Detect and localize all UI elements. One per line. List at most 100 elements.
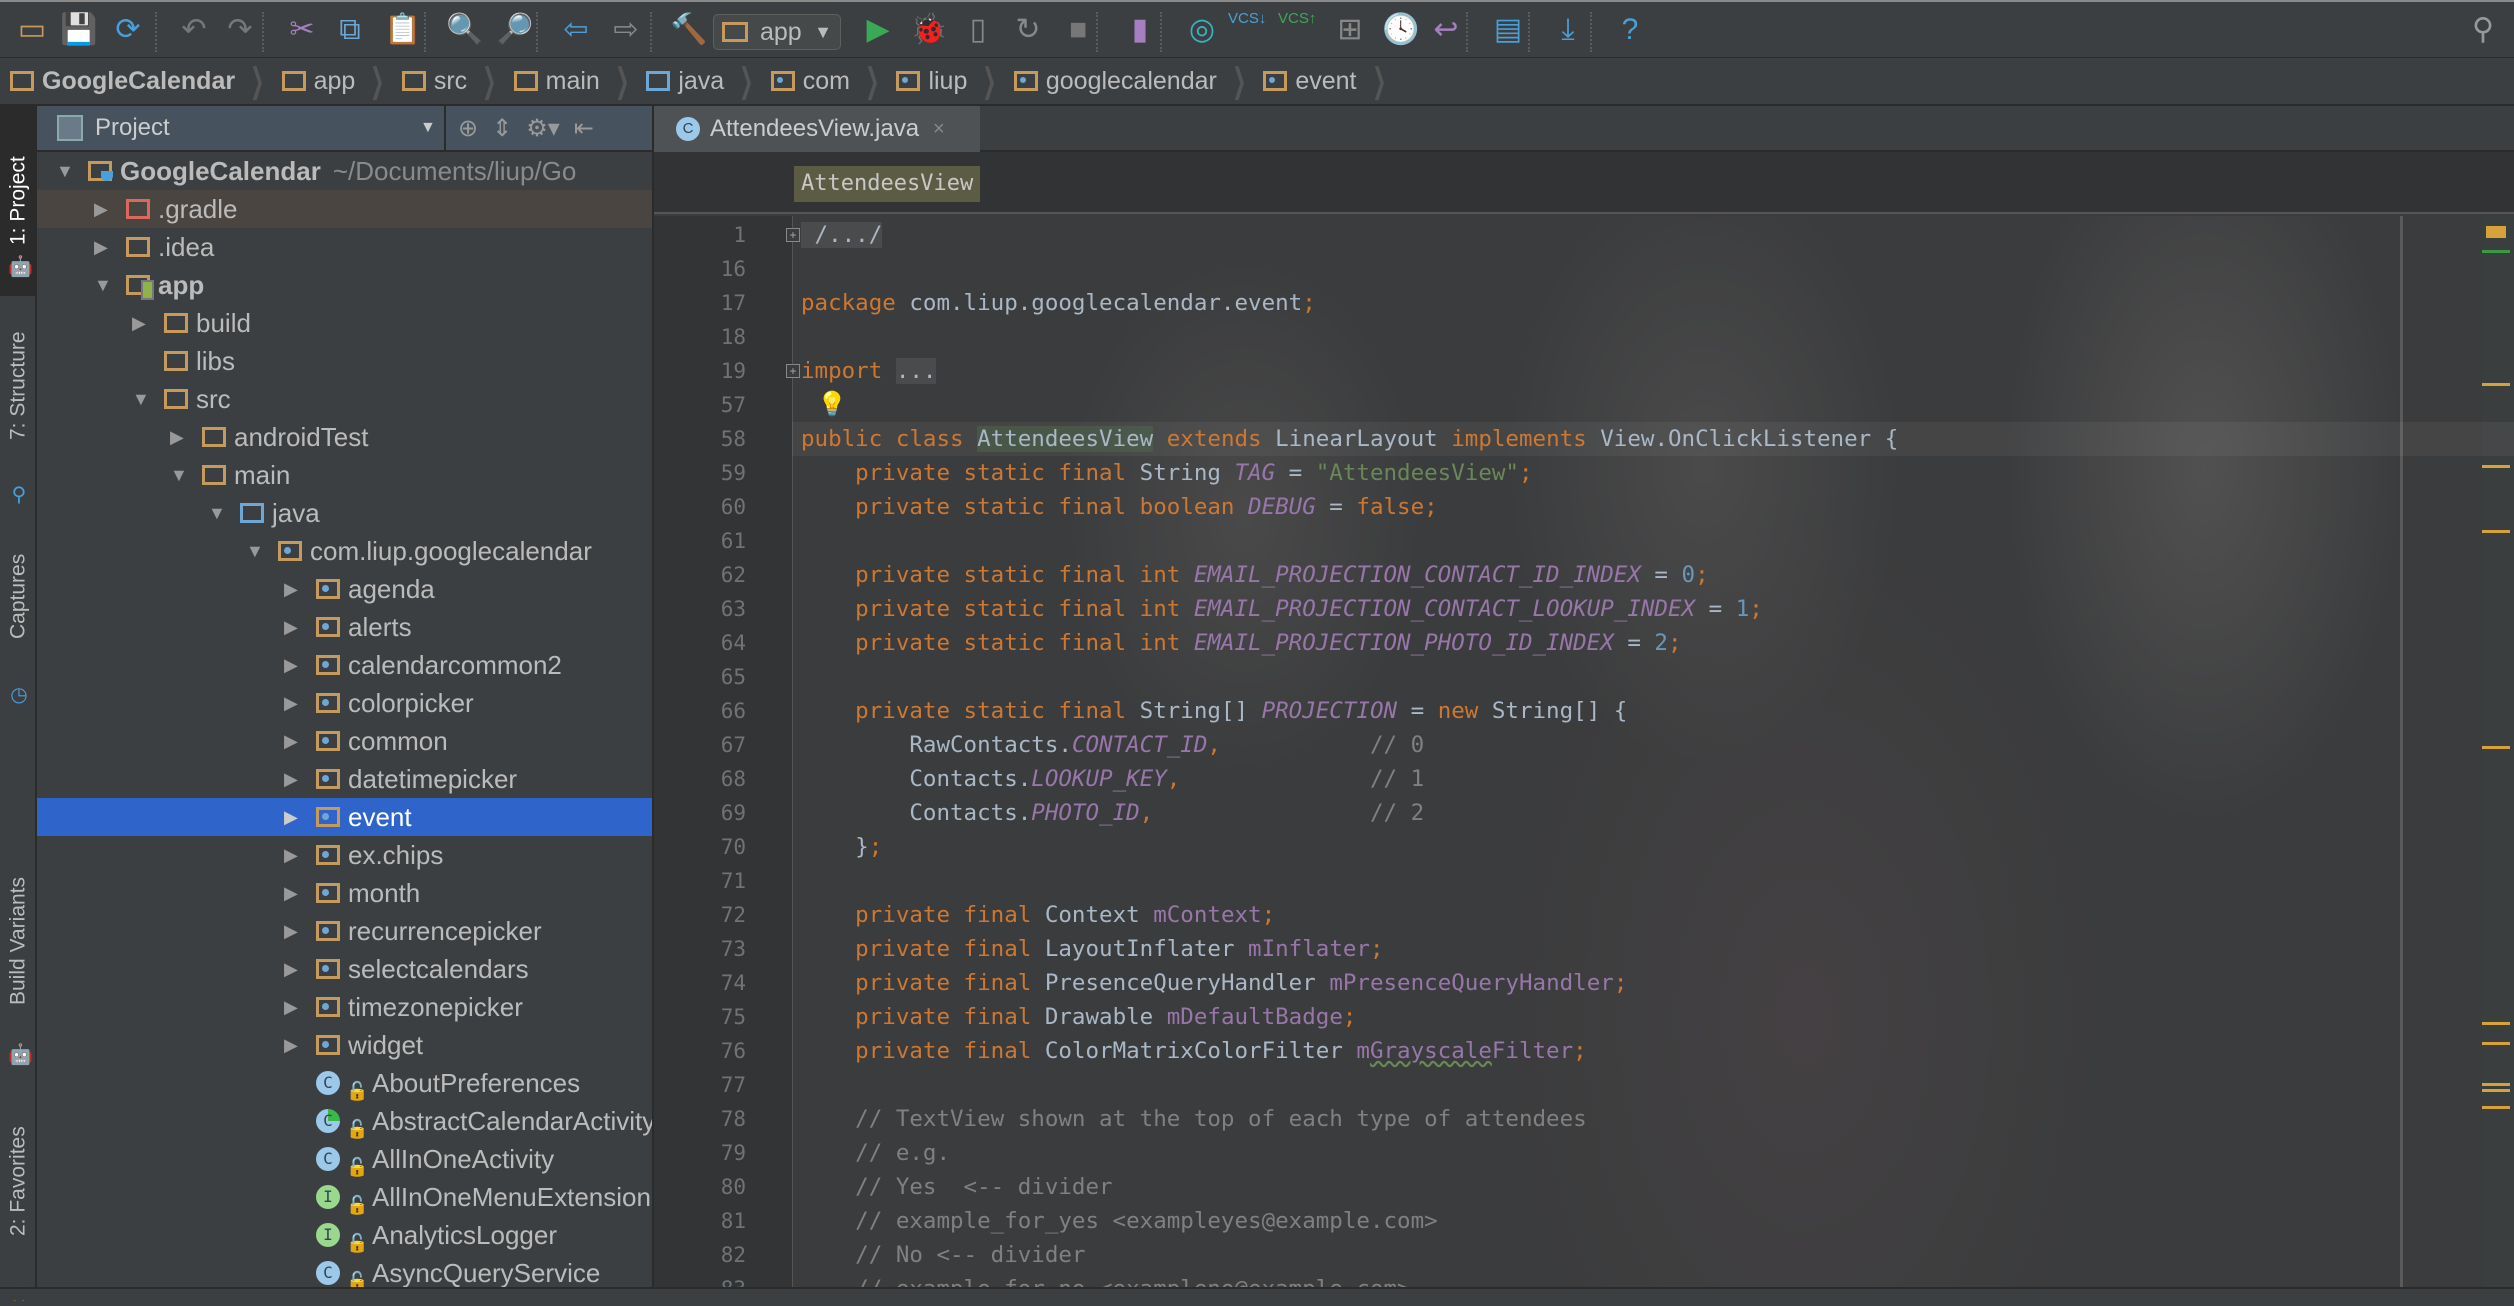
redo-icon[interactable]: ↷	[222, 10, 258, 50]
vcs-revert-icon[interactable]: ↩	[1428, 10, 1464, 50]
collapsed-arrow-icon[interactable]: ▶	[284, 912, 298, 950]
tree-item[interactable]: ▶ .idea	[37, 228, 652, 266]
tree-item[interactable]: ▶ build	[37, 304, 652, 342]
gradle-sync-icon[interactable]: ◎	[1184, 10, 1220, 50]
sync-icon[interactable]: ⟳	[110, 10, 146, 50]
code-editor[interactable]: 1 + /.../ 16 17 package com.liup.googlecalen…	[654, 216, 2514, 1287]
hide-panel-icon[interactable]: ⇤	[574, 114, 594, 143]
undo-icon[interactable]: ↶	[176, 10, 212, 50]
cut-icon[interactable]: ✂	[284, 10, 320, 50]
collapsed-arrow-icon[interactable]: ▶	[132, 304, 146, 342]
collapsed-arrow-icon[interactable]: ▶	[284, 608, 298, 646]
tree-item[interactable]: ▶ agenda	[37, 570, 652, 608]
tree-item[interactable]: ▶ selectcalendars	[37, 950, 652, 988]
tree-item[interactable]: ▶ recurrencepicker	[37, 912, 652, 950]
collapsed-arrow-icon[interactable]: ▶	[284, 684, 298, 722]
collapsed-arrow-icon[interactable]: ▶	[284, 722, 298, 760]
build-hammer-icon[interactable]: 🔨	[670, 10, 707, 50]
collapsed-arrow-icon[interactable]: ▶	[284, 760, 298, 798]
tree-item[interactable]: ▶ month	[37, 874, 652, 912]
tree-item[interactable]: ▶ event	[37, 798, 652, 836]
paste-icon[interactable]: 📋	[384, 10, 421, 50]
warning-marker[interactable]	[2482, 530, 2510, 533]
vcs-compare-icon[interactable]: ⊞	[1332, 10, 1368, 50]
collapsed-arrow-icon[interactable]: ▶	[284, 570, 298, 608]
lightbulb-icon[interactable]: 💡	[817, 390, 847, 420]
fold-expand-icon[interactable]: +	[786, 364, 800, 378]
project-structure-icon[interactable]: ▤	[1490, 10, 1526, 50]
warning-status-icon[interactable]	[2486, 226, 2506, 238]
collapsed-arrow-icon[interactable]: ▶	[284, 988, 298, 1026]
tree-item[interactable]: ▶ datetimepicker	[37, 760, 652, 798]
side-tab-buildvariants[interactable]: Build Variants	[0, 846, 37, 1036]
collapsed-arrow-icon[interactable]: ▶	[170, 418, 184, 456]
project-view-selector[interactable]: Project	[95, 114, 170, 142]
tree-item[interactable]: ▶ colorpicker	[37, 684, 652, 722]
debug-icon[interactable]: 🐞	[910, 10, 947, 50]
breadcrumb-googlecalendar[interactable]: googlecalendar ❯	[1013, 57, 1263, 105]
warning-marker[interactable]	[2482, 465, 2510, 468]
tree-item[interactable]: libs	[37, 342, 652, 380]
tab-attendeesview-java[interactable]: C AttendeesView.java ×	[654, 106, 980, 152]
replace-icon[interactable]: 🔎	[496, 10, 533, 50]
expanded-arrow-icon[interactable]: ▼	[208, 494, 226, 532]
run-icon[interactable]: ▶	[860, 10, 896, 50]
copy-icon[interactable]: ⧉	[332, 10, 368, 50]
tree-item[interactable]: ▶ .gradle	[37, 190, 652, 228]
tree-item[interactable]: C 🔓 AsyncQueryService	[37, 1254, 652, 1287]
tree-item[interactable]: ▼ main	[37, 456, 652, 494]
breadcrumb-event[interactable]: event ❯	[1263, 57, 1403, 105]
tree-item[interactable]: ▶ calendarcommon2	[37, 646, 652, 684]
collapsed-arrow-icon[interactable]: ▶	[284, 1026, 298, 1064]
gear-icon[interactable]: ⚙▾	[526, 114, 560, 143]
expanded-arrow-icon[interactable]: ▼	[246, 532, 264, 570]
tree-item[interactable]: ▶ timezonepicker	[37, 988, 652, 1026]
avd-manager-icon[interactable]: ▮	[1122, 10, 1158, 50]
tree-item[interactable]: ▼ GoogleCalendar ~/Documents/liup/Go	[37, 152, 652, 190]
breadcrumb-googlecalendar[interactable]: GoogleCalendar ❯	[10, 57, 282, 105]
expanded-arrow-icon[interactable]: ▼	[132, 380, 150, 418]
tree-item[interactable]: I 🔓 AnalyticsLogger	[37, 1216, 652, 1254]
sdk-manager-icon[interactable]: ⤓	[1550, 10, 1586, 50]
back-icon[interactable]: ⇦	[558, 10, 594, 50]
warning-marker[interactable]	[2482, 1042, 2510, 1045]
breadcrumb-java[interactable]: java ❯	[646, 57, 770, 105]
attach-debugger-icon[interactable]: ▯	[960, 10, 996, 50]
tree-item[interactable]: ▶ ex.chips	[37, 836, 652, 874]
error-stripe[interactable]	[2482, 216, 2514, 1287]
collapsed-arrow-icon[interactable]: ▶	[284, 798, 298, 836]
fold-expand-icon[interactable]: +	[786, 228, 800, 242]
stop-icon[interactable]: ■	[1060, 10, 1096, 50]
rerun-icon[interactable]: ↻	[1010, 10, 1046, 50]
breadcrumb-app[interactable]: app ❯	[281, 57, 402, 105]
breadcrumb-com[interactable]: com ❯	[770, 57, 897, 105]
side-tab-favorites[interactable]: 2: Favorites	[0, 1086, 37, 1276]
warning-marker[interactable]	[2482, 1083, 2510, 1086]
vcs-commit-icon[interactable]: VCS↑	[1278, 10, 1316, 50]
tree-item[interactable]: C 🔓 AboutPreferences	[37, 1064, 652, 1102]
help-icon[interactable]: ?	[1612, 10, 1648, 50]
expanded-arrow-icon[interactable]: ▼	[170, 456, 188, 494]
tree-item[interactable]: ▶ common	[37, 722, 652, 760]
close-icon[interactable]: ×	[933, 118, 945, 141]
warning-marker[interactable]	[2482, 746, 2510, 749]
find-icon[interactable]: 🔍	[446, 10, 483, 50]
change-marker[interactable]	[2482, 250, 2510, 253]
warning-marker[interactable]	[2482, 1106, 2510, 1109]
save-icon[interactable]: 💾	[60, 10, 97, 50]
tree-item[interactable]: ▶ alerts	[37, 608, 652, 646]
vcs-history-icon[interactable]: 🕓	[1382, 10, 1419, 50]
side-tab-captures[interactable]: Captures	[0, 516, 37, 676]
expanded-arrow-icon[interactable]: ▼	[56, 152, 74, 190]
search-icon[interactable]: ⚲	[2465, 10, 2501, 50]
collapsed-arrow-icon[interactable]: ▶	[284, 874, 298, 912]
tree-item[interactable]: ▼ app	[37, 266, 652, 304]
tree-item[interactable]: ▼ java	[37, 494, 652, 532]
tree-item[interactable]: ▶ androidTest	[37, 418, 652, 456]
collapsed-arrow-icon[interactable]: ▶	[284, 646, 298, 684]
chevron-down-icon[interactable]: ▼	[420, 119, 436, 137]
run-configuration-dropdown[interactable]: app ▼	[713, 14, 841, 50]
forward-icon[interactable]: ⇨	[608, 10, 644, 50]
collapsed-arrow-icon[interactable]: ▶	[94, 228, 108, 266]
tree-item[interactable]: ▶ widget	[37, 1026, 652, 1064]
